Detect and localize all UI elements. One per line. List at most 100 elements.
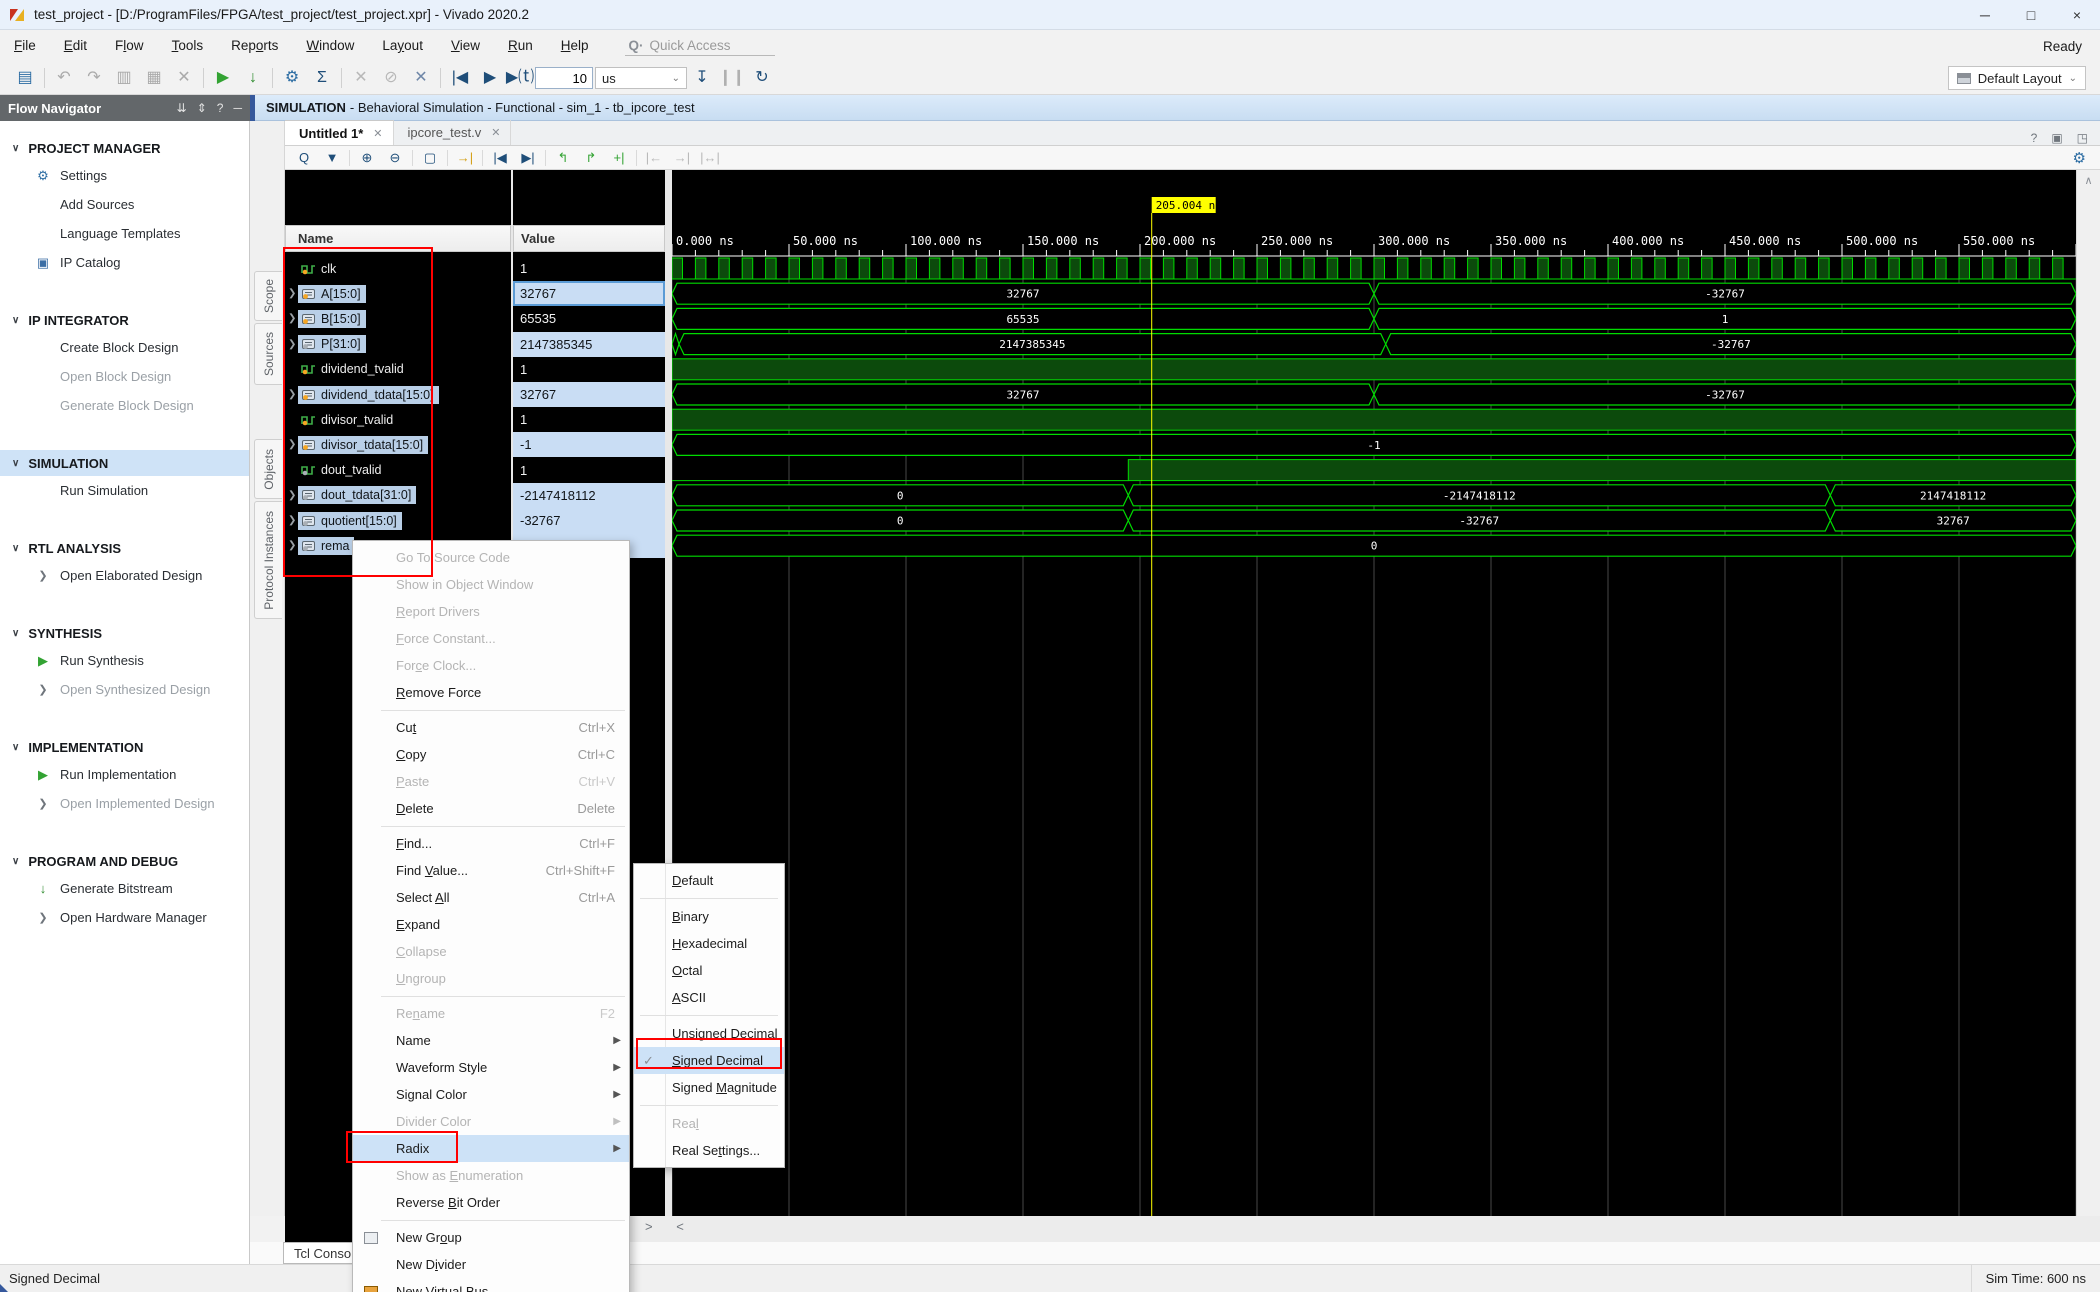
save-waveform-icon[interactable]: ▼ [319,150,345,165]
next-transition-icon[interactable]: ▶| [515,150,541,166]
side-tab-scope[interactable]: Scope [254,271,282,321]
name-column-header[interactable]: Name [285,225,511,252]
menu-layout[interactable]: Layout [368,38,437,53]
expand-chevron-icon[interactable]: ❯ [285,389,298,400]
context-menu-item-delete[interactable]: DeleteDelete [353,795,629,822]
sidebar-section-simulation[interactable]: ∨SIMULATION [0,450,249,476]
sidebar-item-create-block-design[interactable]: Create Block Design [0,333,249,362]
sidebar-item-run-simulation[interactable]: Run Simulation [0,476,249,505]
prev-edge-icon[interactable]: |← [641,150,667,165]
side-tab-objects[interactable]: Objects [254,439,282,499]
expand-chevron-icon[interactable]: ❯ [285,439,298,450]
signal-value-b-15-0[interactable]: 65535 [513,306,665,331]
menu-window[interactable]: Window [292,38,368,53]
radix-option-binary[interactable]: Binary [634,903,784,930]
menu-view[interactable]: View [437,38,494,53]
context-menu-item-find-value[interactable]: Find Value...Ctrl+Shift+F [353,857,629,884]
context-menu-item-waveform-style[interactable]: Waveform Style▶ [353,1054,629,1081]
tab-ipcore-test-v[interactable]: ipcore_test.v✕ [394,120,512,145]
sidebar-item-open-elaborated-design[interactable]: ❯Open Elaborated Design [0,561,249,590]
context-menu-item-reverse-bit-order[interactable]: Reverse Bit Order [353,1189,629,1216]
paste-icon[interactable]: ▦ [139,63,169,93]
zoom-out-icon[interactable]: ⊖ [382,150,408,166]
value-column-header[interactable]: Value [513,225,665,252]
menu-tools[interactable]: Tools [158,38,218,53]
go-to-cursor-icon[interactable]: →| [452,150,478,165]
scroll-up-icon[interactable]: ∧ [2077,170,2100,187]
find-icon[interactable]: Q [291,150,317,165]
redo-icon[interactable]: ↷ [79,63,109,93]
run-all-icon[interactable]: ▶ [475,63,505,93]
wave-settings-gear-icon[interactable]: ⚙ [2073,149,2086,167]
close-tab-icon[interactable]: ✕ [491,126,500,139]
signal-value-dout-tdata-31-0[interactable]: -2147418112 [513,483,665,508]
zoom-in-icon[interactable]: ⊕ [354,150,380,166]
signal-value-dout-tvalid[interactable]: 1 [513,458,665,483]
expand-chevron-icon[interactable]: ❯ [285,490,298,501]
close-tab-icon[interactable]: ✕ [373,127,382,140]
delete-icon[interactable]: ✕ [169,63,199,93]
expand-chevron-icon[interactable]: ❯ [285,339,298,350]
menu-help[interactable]: Help [547,38,603,53]
help-icon[interactable]: ? [217,101,224,115]
radix-option-hexadecimal[interactable]: Hexadecimal [634,930,784,957]
span-icon[interactable]: |↔| [697,150,723,165]
sum-icon[interactable]: Σ [307,63,337,93]
signal-row-quotient-15-0[interactable]: ❯quotient[15:0] [285,508,511,533]
settings-gear-icon[interactable]: ⚙ [277,63,307,93]
swap-cursors-icon[interactable]: ↰ [550,150,576,166]
signal-row-dout-tvalid[interactable]: dout_tvalid [285,458,511,483]
panel-help-icon[interactable]: ? [2031,131,2038,145]
context-menu-item-radix[interactable]: Radix▶ [353,1135,629,1162]
radix-option-real-settings[interactable]: Real Settings... [634,1137,784,1164]
next-edge-icon[interactable]: →| [669,150,695,165]
context-menu-item-select-all[interactable]: Select AllCtrl+A [353,884,629,911]
context-menu-item-find[interactable]: Find...Ctrl+F [353,830,629,857]
waveform-canvas[interactable]: 0.000 ns50.000 ns100.000 ns150.000 ns200… [672,170,2076,1216]
radix-option-octal[interactable]: Octal [634,957,784,984]
signal-value-dividend-tvalid[interactable]: 1 [513,357,665,382]
minimize-button[interactable]: ─ [1962,0,2008,30]
run-icon[interactable]: ▶ [208,63,238,93]
restart-icon[interactable]: |◀ [445,63,475,93]
panel-float-icon[interactable]: ▣ [2051,131,2062,145]
sidebar-section-implementation[interactable]: ∨IMPLEMENTATION [0,734,249,760]
sidebar-section-program-and-debug[interactable]: ∨PROGRAM AND DEBUG [0,848,249,874]
radix-option-unsigned-decimal[interactable]: Unsigned Decimal [634,1020,784,1047]
time-unit-select[interactable]: us⌄ [595,67,687,89]
sim-run-time-input[interactable] [535,67,593,89]
add-marker-icon[interactable]: ↱ [578,150,604,166]
signal-row-clk[interactable]: clk [285,256,511,281]
panel-maximize-icon[interactable]: ◳ [2077,131,2088,145]
attach-icon[interactable]: ⊘ [376,63,406,93]
layout-selector[interactable]: Default Layout⌄ [1948,66,2086,90]
context-menu-item-name[interactable]: Name▶ [353,1027,629,1054]
waveform-plot[interactable]: 0.000 ns50.000 ns100.000 ns150.000 ns200… [672,170,2076,1216]
vertical-scrollbar[interactable]: ∧ [2076,170,2100,1216]
add-cursor-icon[interactable]: +| [606,150,632,165]
expand-chevron-icon[interactable]: ❯ [285,313,298,324]
context-menu-item-expand[interactable]: Expand [353,911,629,938]
menu-file[interactable]: File [0,38,50,53]
step-icon[interactable]: ↧ [687,63,717,93]
radix-option-default[interactable]: Default [634,867,784,894]
minimize-panel-icon[interactable]: ─ [233,101,242,115]
maximize-button[interactable]: □ [2008,0,2054,30]
expand-collapse-icon[interactable]: ⇕ [197,101,207,115]
copy-icon[interactable]: ▥ [109,63,139,93]
context-menu-item-copy[interactable]: CopyCtrl+C [353,741,629,768]
menu-reports[interactable]: Reports [217,38,292,53]
sidebar-item-language-templates[interactable]: Language Templates [0,219,249,248]
breakpoint-icon[interactable]: ✕ [406,63,436,93]
menu-flow[interactable]: Flow [101,38,158,53]
context-menu-item-new-divider[interactable]: New Divider [353,1251,629,1278]
signal-value-clk[interactable]: 1 [513,256,665,281]
signal-row-dout-tdata-31-0[interactable]: ❯dout_tdata[31:0] [285,483,511,508]
signal-row-divisor-tdata-15-0[interactable]: ❯divisor_tdata[15:0] [285,432,511,457]
tab-untitled-1[interactable]: Untitled 1*✕ [285,120,394,145]
quick-access-search[interactable]: Q· Quick Access [625,36,775,56]
sidebar-item-generate-bitstream[interactable]: ↓Generate Bitstream [0,874,249,903]
radix-option-ascii[interactable]: ASCII [634,984,784,1011]
signal-value-divisor-tdata-15-0[interactable]: -1 [513,432,665,457]
context-menu-item-new-group[interactable]: New Group [353,1224,629,1251]
